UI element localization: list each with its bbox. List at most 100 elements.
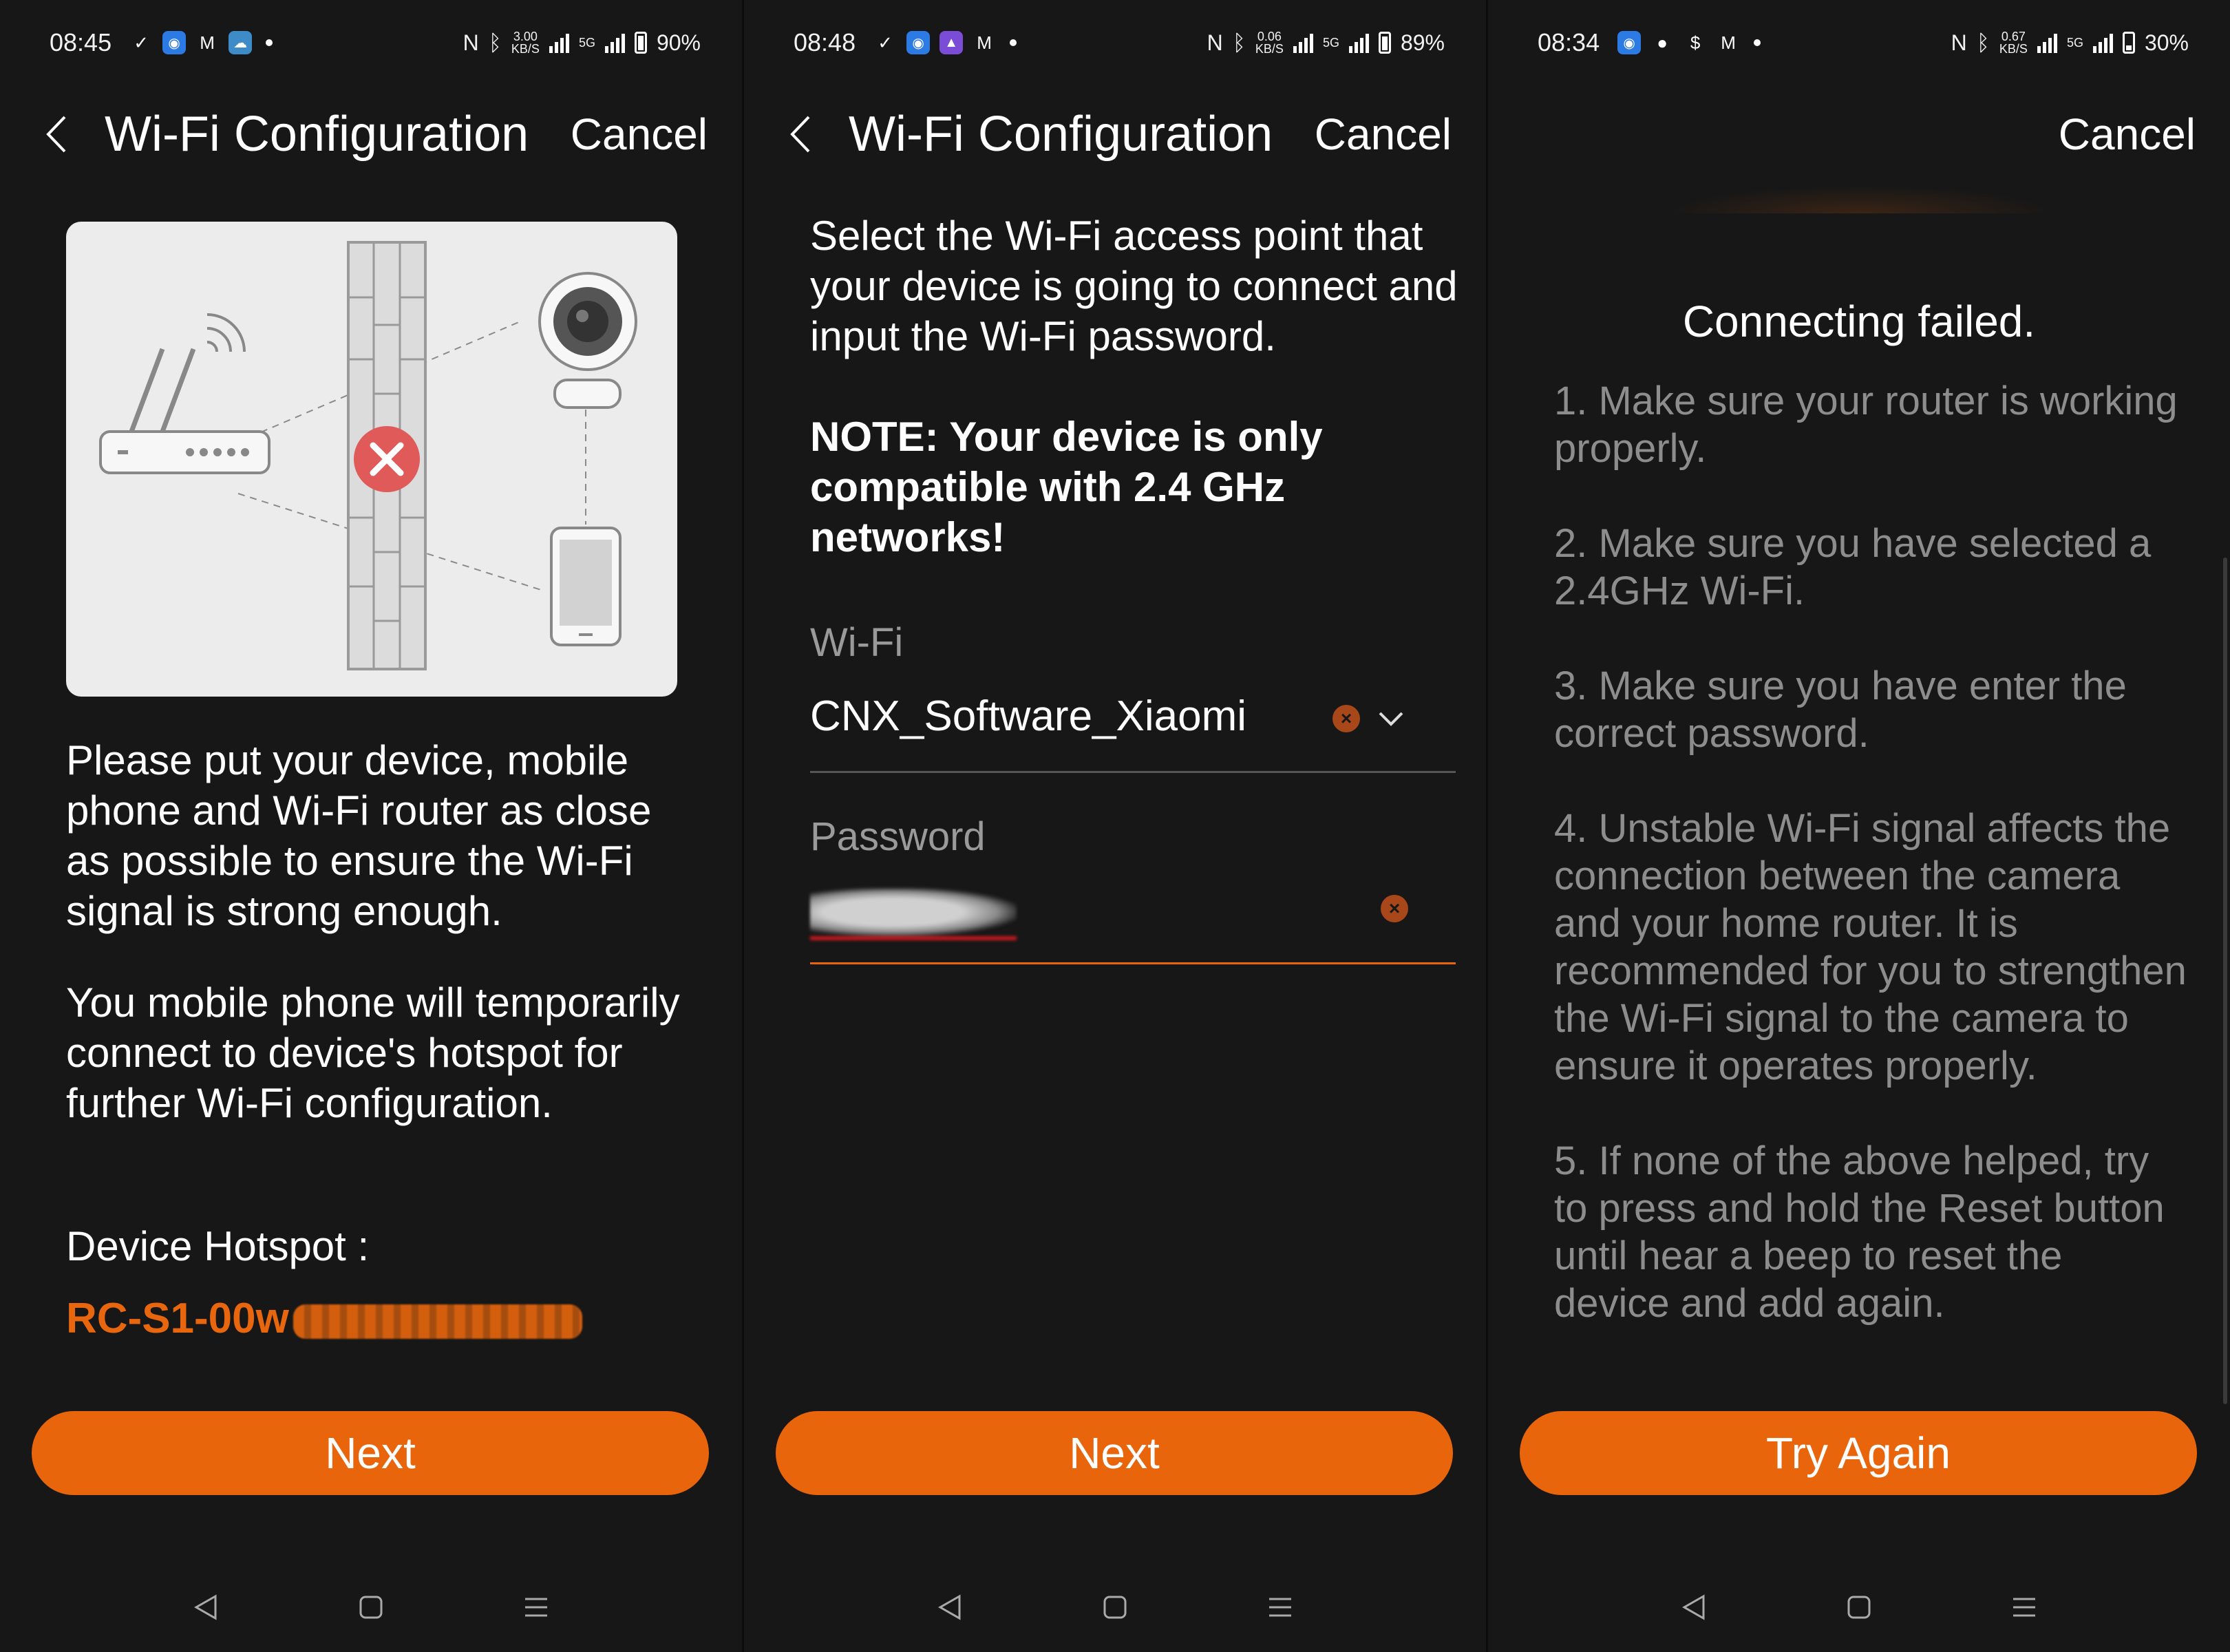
nav-home-icon[interactable] [357,1593,385,1621]
chat-icon: ● [1657,32,1668,53]
panel-connection-failed: 08:34 ◉ ● $ M N ᛒ 0.67 KB/S 5G 30% Cancel… [1488,0,2230,1652]
cancel-button[interactable]: Cancel [1315,109,1452,160]
try-again-button[interactable]: Try Again [1520,1411,2197,1495]
wifi-instruction: Select the Wi-Fi access point that your … [810,213,1458,359]
network-type: 5G [2066,36,2083,50]
hotspot-value: RC-S1-00w [66,1294,582,1343]
nav-back-icon[interactable] [936,1593,964,1621]
nav-recents-icon[interactable] [1266,1593,1294,1621]
nfc-icon: N [463,30,479,55]
redaction-scribble [293,1304,582,1339]
status-bar: 08:48 ✓ ◉ ▲ M N ᛒ 0.06 KB/S 5G 89% [794,25,1445,61]
panel-hotspot-instructions: 08:45 ✓ ◉ M ☁ N ᛒ 3.00 KB/S 5G 90% Wi-Fi … [0,0,742,1652]
hotspot-label: Device Hotspot : [66,1223,370,1269]
bluetooth-icon: ᛒ [1232,30,1246,55]
compatibility-note: NOTE: Your device is only compatible wit… [810,414,1323,560]
password-label: Password [810,814,986,859]
status-right: N ᛒ 0.67 KB/S 5G 30% [1951,30,2189,56]
app-header: Wi-Fi Configuration Cancel [0,96,742,172]
signal-bars-icon-2 [604,32,625,53]
back-button[interactable] [787,116,814,153]
network-speed: 0.06 KB/S [1255,30,1284,56]
header-glow [1667,186,2052,213]
tip-item: 1. Make sure your router is working prop… [1554,379,2178,471]
system-nav-bar [0,1583,742,1631]
setup-illustration [66,222,677,697]
nav-home-icon[interactable] [1845,1593,1873,1621]
app-notification-icon-2: ▲ [939,31,964,54]
status-right: N ᛒ 3.00 KB/S 5G 90% [463,30,701,56]
nfc-icon: N [1207,30,1223,55]
network-type: 5G [1322,36,1339,50]
wifi-label: Wi-Fi [810,620,904,665]
proximity-instruction: Please put your device, mobile phone and… [66,737,652,934]
scrollbar[interactable] [2223,558,2227,1404]
app-notification-icon: ◉ [906,31,931,54]
signal-bars-icon [1293,32,1313,53]
camera-icon [538,272,637,409]
network-type: 5G [578,36,595,50]
app-notification-icon: ◉ [162,31,187,54]
app-notification-icon: ◉ [1617,31,1642,54]
back-chevron-icon [790,116,810,153]
more-notifications-dot [1754,39,1761,46]
network-speed: 3.00 KB/S [511,30,540,56]
app-header: Wi-Fi Configuration Cancel [744,96,1486,172]
check-circle-icon: ✓ [134,32,149,53]
status-bar: 08:34 ◉ ● $ M N ᛒ 0.67 KB/S 5G 30% [1538,25,2189,61]
dropdown-chevron-icon[interactable] [1377,710,1405,728]
next-button[interactable]: Next [776,1411,1453,1495]
back-chevron-icon [46,116,66,153]
battery-percent: 30% [2144,30,2189,55]
password-underline [810,962,1456,964]
battery-icon [1378,32,1391,54]
router-wall-camera-illustration [99,241,637,670]
bluetooth-icon: ᛒ [488,30,502,55]
system-nav-bar [1488,1583,2230,1631]
wifi-underline [810,771,1456,773]
nav-recents-icon[interactable] [522,1593,550,1621]
battery-percent: 90% [656,30,701,55]
status-time: 08:48 [794,28,856,56]
status-bar: 08:45 ✓ ◉ M ☁ N ᛒ 3.00 KB/S 5G 90% [50,25,701,61]
nav-home-icon[interactable] [1101,1593,1129,1621]
wifi-select[interactable]: CNX_Software_Xiaomi [810,692,1246,741]
battery-percent: 89% [1400,30,1445,55]
cancel-button[interactable]: Cancel [571,109,708,160]
error-x-icon [354,426,420,492]
next-button[interactable]: Next [32,1411,709,1495]
nfc-icon: N [1951,30,1967,55]
tip-item: 2. Make sure you have selected a 2.4GHz … [1554,521,2152,613]
check-circle-icon: ✓ [878,32,893,53]
status-right: N ᛒ 0.06 KB/S 5G 89% [1207,30,1445,56]
nav-recents-icon[interactable] [2010,1593,2038,1621]
status-time: 08:45 [50,28,112,56]
nav-back-icon[interactable] [192,1593,220,1621]
nav-back-icon[interactable] [1680,1593,1708,1621]
failure-title: Connecting failed. [1682,297,2036,346]
password-input[interactable] [810,888,1017,940]
signal-bars-icon-2 [2092,32,2113,53]
clear-icon[interactable]: × [1381,895,1408,922]
clear-icon[interactable]: × [1332,705,1360,732]
back-button[interactable] [43,116,70,153]
gmail-icon: M [200,32,215,53]
cancel-button[interactable]: Cancel [2059,109,2196,160]
signal-bars-icon-2 [1348,32,1369,53]
system-nav-bar [744,1583,1486,1631]
hotspot-instruction: You mobile phone will temporarily connec… [66,979,680,1126]
battery-icon [634,32,647,54]
signal-bars-icon [549,32,569,53]
more-notifications-dot [1010,39,1017,46]
battery-icon [2122,32,2135,54]
panel-wifi-selection: 08:48 ✓ ◉ ▲ M N ᛒ 0.06 KB/S 5G 89% Wi-Fi … [744,0,1486,1652]
tip-item: 3. Make sure you have enter the correct … [1554,664,2127,756]
phone-icon [550,527,622,646]
tip-item: 4. Unstable Wi-Fi signal affects the con… [1554,806,2187,1088]
more-notifications-dot [266,39,273,46]
app-header: Cancel [1488,96,2230,172]
app-notification-icon-2: ☁ [229,31,253,54]
network-speed: 0.67 KB/S [1999,30,2028,56]
tip-item: 5. If none of the above helped, try to p… [1554,1139,2165,1326]
screenshot-root: 08:45 ✓ ◉ M ☁ N ᛒ 3.00 KB/S 5G 90% Wi-Fi … [0,0,2230,1652]
